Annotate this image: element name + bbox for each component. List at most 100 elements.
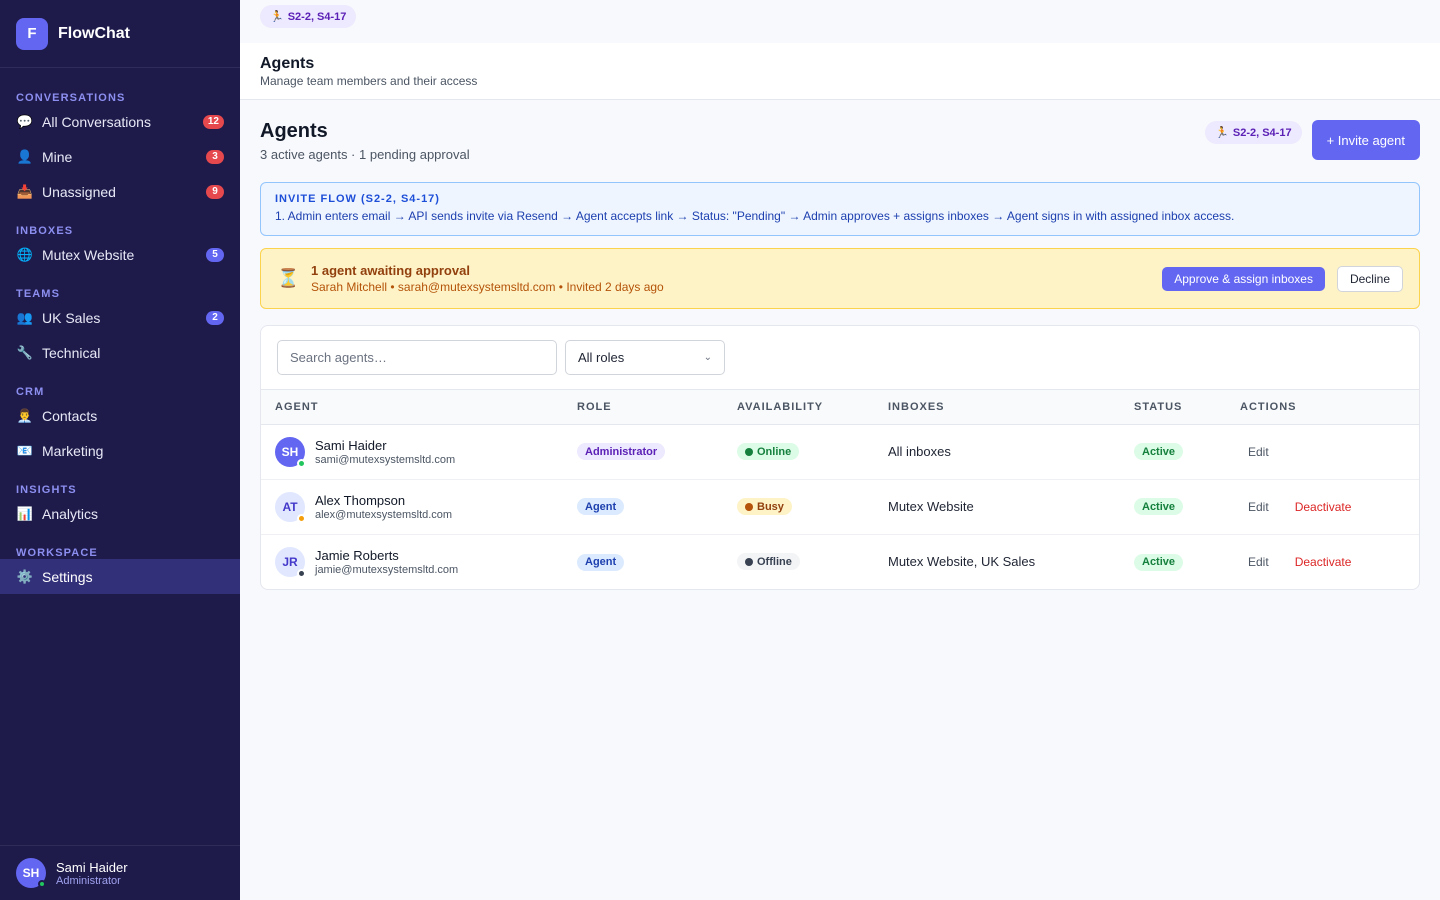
agent-email: sami@mutexsystemsltd.com	[315, 453, 456, 466]
runner-icon: 🏃	[270, 11, 284, 23]
runner-icon: 🏃	[1215, 127, 1229, 139]
search-input[interactable]	[277, 340, 557, 375]
marketing-icon: 📧	[16, 442, 34, 458]
inboxes-cell: Mutex Website, UK Sales	[888, 554, 1036, 570]
availability-label: Online	[757, 445, 792, 458]
sidebar-item-technical[interactable]: 🔧 Technical	[0, 335, 240, 370]
brand-name: FlowChat	[58, 24, 130, 42]
edit-link[interactable]: Edit	[1248, 555, 1269, 569]
avatar-initials: AT	[282, 499, 298, 514]
avatar: JR	[275, 546, 306, 578]
agent-name: Jamie Roberts	[315, 547, 399, 563]
avatar-initials: JR	[282, 554, 298, 569]
avatar-initials: SH	[281, 444, 299, 459]
sidebar-nav: CONVERSATIONS 💬 All Conversations 12 👤 Mine 3 📥…	[0, 68, 240, 594]
table-row: JR Jamie Roberts jamie@mutexsystemsltd.com…	[261, 534, 1419, 589]
nav-section-title: WORKSPACE	[16, 547, 98, 559]
hourglass-icon: ⏳	[277, 268, 300, 288]
inboxes-cell: All inboxes	[874, 424, 1120, 480]
sidebar-item-label: Marketing	[42, 442, 104, 459]
sidebar-item-label: Technical	[42, 344, 101, 361]
info-text: 1. Admin enters email → API sends invite…	[275, 209, 1235, 223]
sidebar-item-contacts[interactable]: 👨‍💼 Contacts	[0, 398, 240, 433]
avatar-initials: SH	[22, 866, 40, 880]
status-badge: Active	[1134, 443, 1184, 461]
sidebar-item-uk-sales[interactable]: 👥 UK Sales 2	[0, 300, 240, 335]
role-select-value: All roles	[578, 350, 625, 365]
inboxes-cell: Mutex Website	[874, 479, 1120, 535]
invite-agent-button[interactable]: + Invite agent	[1311, 120, 1420, 160]
availability-badge: Offline	[737, 553, 800, 571]
status-cell: Active	[1120, 534, 1226, 589]
nav-section-title: CONVERSATIONS	[16, 92, 126, 104]
agent-cell: SH Sami Haider sami@mutexsystemsltd.com	[261, 424, 563, 480]
sidebar-item-label: Settings	[42, 568, 93, 585]
table-row: AT Alex Thompson alex@mutexsystemsltd.com A…	[261, 479, 1419, 535]
decline-button[interactable]: Decline	[1336, 265, 1403, 292]
sidebar-item-settings[interactable]: ⚙️ Settings	[0, 559, 240, 594]
column-header: ROLE	[563, 390, 723, 425]
availability-dot	[745, 502, 753, 511]
info-title: INVITE FLOW (S2-2, S4-17)	[275, 193, 440, 205]
sidebar-item-marketing[interactable]: 📧 Marketing	[0, 433, 240, 468]
story-pill: 🏃 S2-2, S4-17	[260, 5, 357, 28]
uk-sales-icon: 👥	[16, 309, 34, 325]
avatar: SH	[275, 436, 306, 468]
availability-cell: Busy	[723, 479, 874, 535]
agent-cell: JR Jamie Roberts jamie@mutexsystemsltd.com	[261, 534, 563, 589]
agent-email: jamie@mutexsystemsltd.com	[315, 563, 459, 576]
avatar: SH	[16, 858, 46, 888]
approval-title: 1 agent awaiting approval	[311, 263, 470, 278]
mutex-website-icon: 🌐	[16, 246, 34, 262]
story-pill-label: S2-2, S4-17	[1232, 126, 1292, 139]
user-role: Administrator	[56, 874, 121, 887]
sidebar-item-label: Mutex Website	[42, 246, 135, 263]
sidebar-item-label: Unassigned	[42, 183, 116, 200]
availability-cell: Offline	[723, 534, 874, 589]
actions-cell: Edit Deactivate	[1226, 479, 1419, 535]
sidebar-item-mine[interactable]: 👤 Mine 3	[0, 139, 240, 174]
sidebar-item-all-conversations[interactable]: 💬 All Conversations 12	[0, 104, 240, 139]
sidebar-item-unassigned[interactable]: 📥 Unassigned 9	[0, 174, 240, 209]
table-body: SH Sami Haider sami@mutexsystemsltd.com Adm…	[261, 424, 1419, 589]
availability-dot	[745, 557, 753, 566]
pending-approval-banner: ⏳ 1 agent awaiting approval Sarah Mitche…	[260, 248, 1420, 309]
sidebar-user[interactable]: SH Sami Haider Administrator	[0, 845, 240, 900]
status-cell: Active	[1120, 424, 1226, 480]
brand[interactable]: F FlowChat	[0, 0, 240, 68]
deactivate-link[interactable]: Deactivate	[1295, 555, 1352, 569]
avatar: AT	[275, 491, 306, 523]
section-title: Agents	[260, 120, 328, 142]
edit-link[interactable]: Edit	[1248, 500, 1269, 514]
role-select[interactable]: All roles ⌄	[565, 340, 725, 375]
approve-button[interactable]: Approve & assign inboxes	[1162, 266, 1325, 291]
sidebar-item-analytics[interactable]: 📊 Analytics	[0, 496, 240, 531]
agents-table-card: All roles ⌄ AGENTROLEAVAILABILITYINBOXES…	[260, 325, 1420, 590]
page-subtitle: Manage team members and their access	[260, 74, 478, 88]
agent-name: Sami Haider	[315, 437, 387, 453]
content-header: Agents 3 active agents · 1 pending appro…	[260, 120, 1420, 182]
settings-icon: ⚙️	[16, 568, 34, 584]
nav-section-title: INSIGHTS	[16, 484, 77, 496]
all-conversations-icon: 💬	[16, 113, 34, 129]
analytics-icon: 📊	[16, 505, 34, 521]
table-header-row: AGENT ROLE AVAILABILITY INBOXES STATUS ACTION…	[261, 390, 1419, 425]
count-badge: 2	[206, 310, 224, 325]
status-cell: Active	[1120, 479, 1226, 535]
brand-logo: F	[16, 17, 48, 50]
count-badge: 5	[206, 247, 224, 262]
presence-dot	[297, 513, 306, 523]
sidebar-item-mutex-website[interactable]: 🌐 Mutex Website 5	[0, 237, 240, 272]
status-badge: Active	[1134, 553, 1184, 571]
deactivate-link[interactable]: Deactivate	[1295, 500, 1352, 514]
top-strip: 🏃 S2-2, S4-17	[240, 0, 1440, 43]
role-cell: Agent	[563, 479, 723, 535]
mine-icon: 👤	[16, 148, 34, 164]
edit-link[interactable]: Edit	[1248, 445, 1269, 459]
column-header: AVAILABILITY	[723, 390, 874, 425]
actions-cell: Edit	[1226, 424, 1419, 480]
sidebar-item-label: Contacts	[42, 407, 98, 424]
unassigned-icon: 📥	[16, 183, 34, 199]
role-badge: Agent	[577, 498, 625, 516]
column-header: ACTIONS	[1226, 390, 1419, 425]
